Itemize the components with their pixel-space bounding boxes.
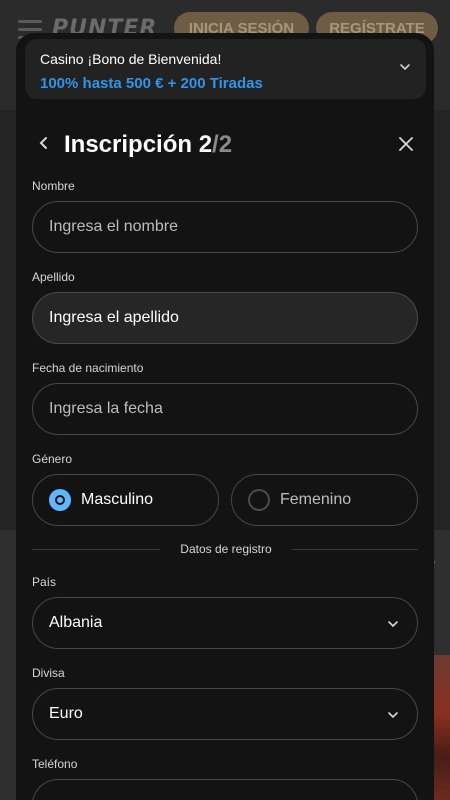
gender-female-radio[interactable]: Femenino (231, 474, 418, 526)
close-icon[interactable] (398, 136, 414, 152)
radio-unselected-icon (248, 489, 270, 511)
chevron-down-icon (388, 621, 398, 628)
gender-male-label: Masculino (81, 491, 154, 508)
first-name-input[interactable]: Ingresa el nombre (32, 201, 418, 253)
divider (32, 549, 160, 550)
chevron-down-icon (388, 712, 398, 719)
country-value: Albania (49, 614, 103, 631)
last-name-input[interactable]: Ingresa el apellido (32, 292, 418, 344)
promo-banner[interactable]: Casino ¡Bono de Bienvenida! 100% hasta 5… (25, 39, 426, 99)
title-step: Inscripción 2 (64, 131, 213, 158)
currency-select[interactable]: Euro (32, 688, 418, 740)
country-label: País (32, 575, 57, 589)
currency-value: Euro (49, 705, 83, 722)
divider (292, 549, 418, 550)
title-total-steps: /2 (212, 131, 233, 158)
section-divider-label: Datos de registro (180, 542, 272, 556)
radio-selected-icon (49, 489, 71, 511)
promo-title: Casino ¡Bono de Bienvenida! (40, 51, 222, 67)
game-thumbnail (432, 655, 450, 800)
birth-date-label: Fecha de nacimiento (32, 361, 144, 375)
gender-label: Género (32, 452, 73, 466)
country-select[interactable]: Albania (32, 597, 418, 649)
back-arrow-icon[interactable] (36, 135, 52, 151)
promo-offer: 100% hasta 500 € + 200 Tiradas (40, 75, 263, 92)
gender-male-radio[interactable]: Masculino (32, 474, 219, 526)
birth-date-input[interactable]: Ingresa la fecha (32, 383, 418, 435)
phone-input[interactable] (32, 779, 418, 800)
chevron-down-icon[interactable] (398, 60, 412, 74)
gender-female-label: Femenino (280, 491, 352, 508)
page-title: Inscripción 2/2 (64, 131, 232, 159)
registration-modal: Casino ¡Bono de Bienvenida! 100% hasta 5… (16, 33, 434, 800)
first-name-label: Nombre (32, 179, 75, 193)
phone-label: Teléfono (32, 757, 78, 771)
last-name-label: Apellido (32, 270, 75, 284)
currency-label: Divisa (32, 666, 65, 680)
